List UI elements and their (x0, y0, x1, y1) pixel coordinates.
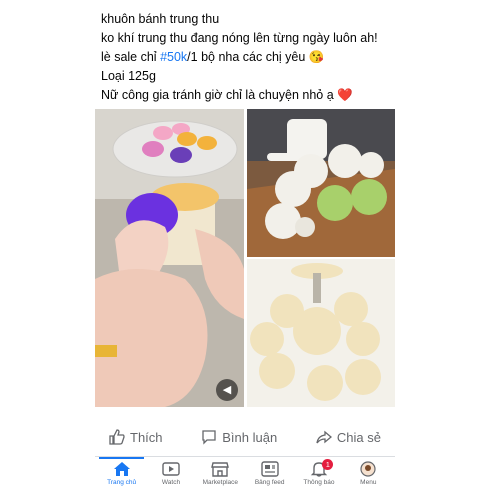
tab-watch[interactable]: Watch (146, 457, 195, 490)
home-icon (113, 462, 130, 476)
like-label: Thích (130, 429, 163, 445)
video-frame (95, 109, 244, 407)
post-actions: Thích Bình luận Chia sẻ (95, 424, 395, 450)
watch-icon (162, 462, 180, 476)
post-text: khuôn bánh trung thu ko khí trung thu đa… (101, 10, 401, 105)
tab-menu[interactable]: Menu (344, 457, 393, 490)
tab-feed-label: Bảng feed (254, 479, 285, 486)
mute-icon[interactable]: ◀ (216, 379, 238, 401)
post-line-3: lè sale chỉ #50k/1 bộ nha các chị yêu 😘 (101, 48, 401, 67)
comment-label: Bình luận (222, 429, 278, 445)
share-icon (316, 430, 332, 444)
bottom-tab-bar: Trang chủ Watch Marketplace Bảng feed 1 … (95, 457, 395, 490)
post-photo-2[interactable] (247, 259, 395, 407)
post-line-5: Nữ công gia tránh giờ chỉ là chuyện nhỏ … (101, 88, 353, 102)
tab-feed[interactable]: Bảng feed (245, 457, 294, 490)
tab-menu-label: Menu (360, 479, 377, 486)
tab-watch-label: Watch (161, 479, 181, 486)
post-photo-1[interactable] (247, 109, 395, 257)
post-line-4: Loại 125g (101, 69, 156, 83)
post-video[interactable]: ◀ (95, 109, 244, 407)
post-line-1: khuôn bánh trung thu (101, 12, 220, 26)
avatar-icon (360, 461, 376, 477)
share-label: Chia sẻ (336, 429, 381, 445)
post-line-3-prefix: lè sale chỉ (101, 50, 161, 64)
thumbs-up-icon (109, 429, 125, 445)
tab-marketplace-label: Marketplace (202, 479, 239, 486)
mooncake-photo-1 (247, 109, 395, 257)
mooncake-photo-2 (247, 259, 395, 407)
like-button[interactable]: Thích (95, 429, 177, 445)
marketplace-icon (211, 462, 230, 477)
comment-button[interactable]: Bình luận (187, 429, 291, 445)
share-button[interactable]: Chia sẻ (302, 429, 395, 445)
hashtag-link[interactable]: #50k (160, 50, 187, 64)
tab-notifications-label: Thông báo (303, 479, 335, 486)
tab-home[interactable]: Trang chủ (97, 457, 146, 490)
feed-icon (260, 461, 279, 477)
tab-marketplace[interactable]: Marketplace (196, 457, 245, 490)
post-line-3-suffix: /1 bộ nha các chị yêu 😘 (187, 50, 325, 64)
tab-notifications[interactable]: 1 Thông báo (294, 457, 343, 490)
post-line-2: ko khí trung thu đang nóng lên từng ngày… (101, 31, 378, 45)
comment-icon (202, 430, 216, 445)
tab-home-label: Trang chủ (107, 479, 137, 486)
notification-badge: 1 (322, 459, 334, 470)
